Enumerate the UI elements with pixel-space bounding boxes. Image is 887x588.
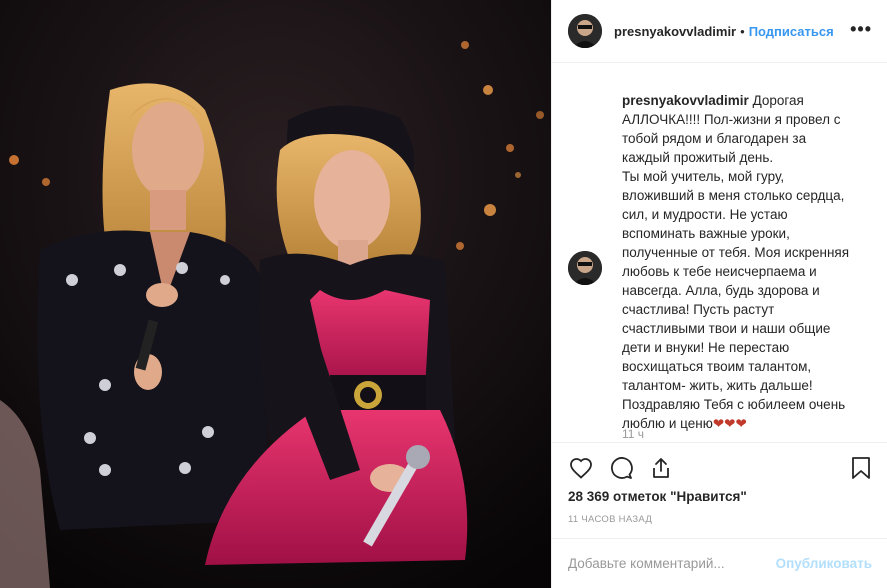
- caption-username[interactable]: presnyakovvladimir: [622, 93, 749, 108]
- likes-count[interactable]: 28 369 отметок "Нравится": [568, 489, 747, 504]
- post-side-panel: presnyakovvladimir • Подписаться ••• pre…: [551, 0, 887, 588]
- post-photo-image: [0, 0, 551, 588]
- bookmark-icon[interactable]: [848, 455, 874, 481]
- post-timestamp[interactable]: 11 часов назад: [568, 514, 652, 525]
- caption-body: Дорогая АЛЛОЧКА!!!! Пол-жизни я провел с…: [622, 93, 850, 431]
- heart-outline-icon[interactable]: [568, 455, 594, 481]
- comment-form: Опубликовать: [552, 538, 887, 588]
- action-bar: [552, 442, 887, 488]
- caption-text: presnyakovvladimir Дорогая АЛЛОЧКА!!!! П…: [622, 91, 852, 433]
- caption-time: 11 ч: [622, 427, 645, 441]
- post-header: presnyakovvladimir • Подписаться •••: [552, 0, 887, 63]
- follow-button[interactable]: Подписаться: [749, 24, 834, 39]
- header-separator: •: [740, 23, 745, 39]
- comment-input[interactable]: [568, 556, 776, 571]
- author-avatar[interactable]: [568, 14, 602, 48]
- caption-hearts: ❤❤❤: [712, 416, 747, 431]
- share-arrow-icon[interactable]: [648, 455, 674, 481]
- post-photo[interactable]: [0, 0, 551, 588]
- publish-button[interactable]: Опубликовать: [776, 556, 872, 571]
- speech-bubble-icon[interactable]: [608, 455, 634, 481]
- caption-author-avatar[interactable]: [568, 251, 602, 285]
- more-options-icon[interactable]: •••: [850, 20, 872, 38]
- caption-area: presnyakovvladimir Дорогая АЛЛОЧКА!!!! П…: [552, 64, 887, 441]
- author-username[interactable]: presnyakovvladimir: [614, 24, 736, 39]
